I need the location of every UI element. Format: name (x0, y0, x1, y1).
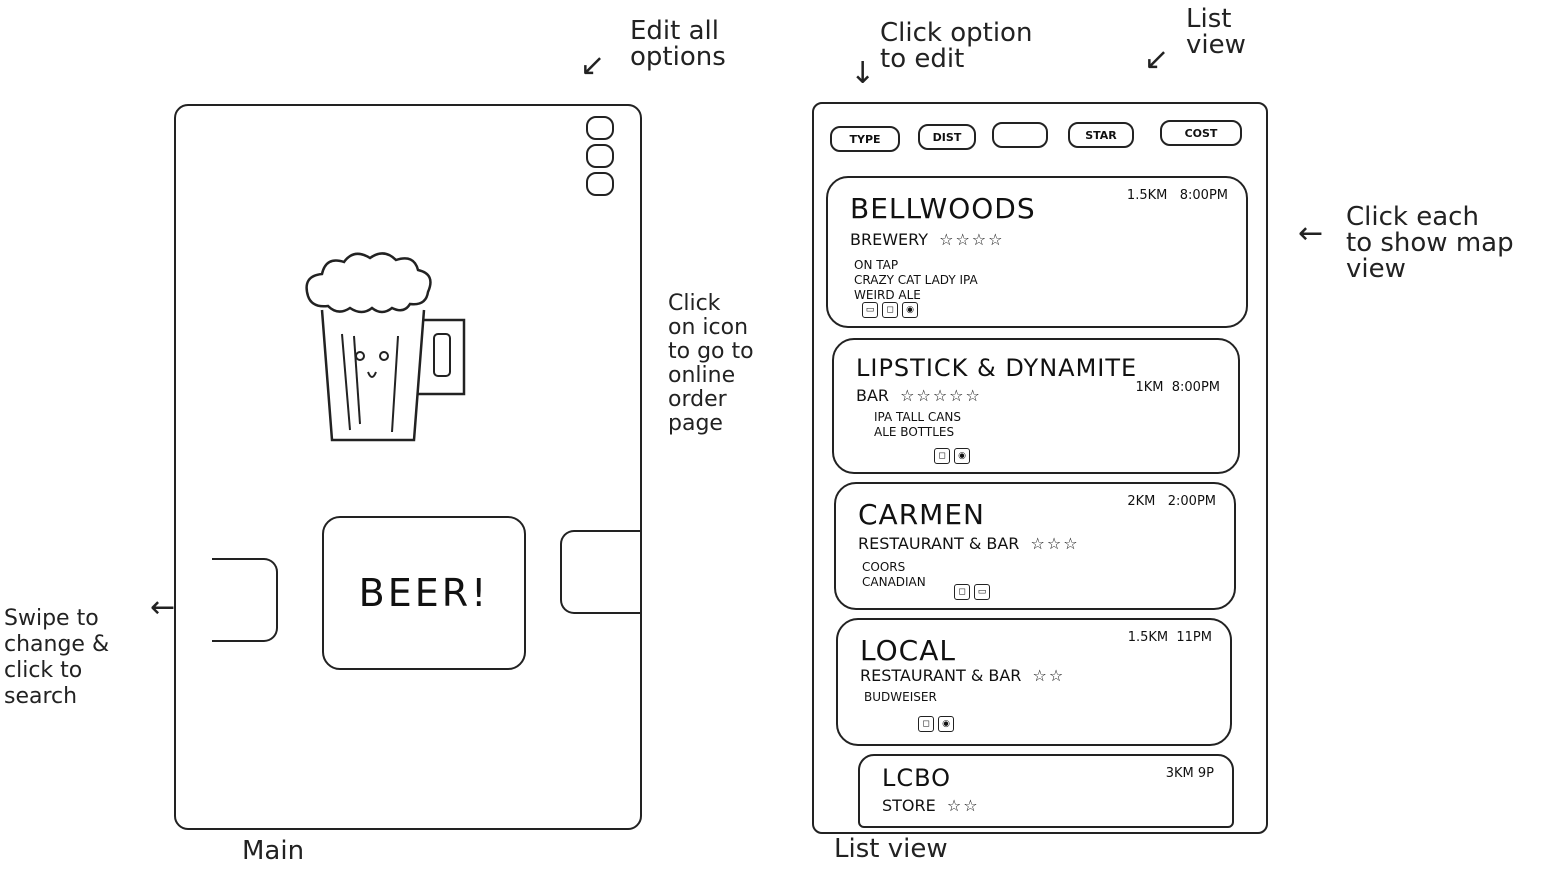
venue-distance: 2KM (1127, 494, 1156, 509)
order-icon[interactable]: ◻ (882, 302, 898, 318)
venue-name: LCBO (882, 764, 952, 792)
arrow-icon: ← (150, 590, 176, 625)
venue-distance: 1.5KM (1126, 188, 1168, 203)
note-edit-options: Edit all options (630, 16, 726, 72)
beer-button-label: BEER! (358, 571, 490, 615)
order-icon[interactable]: ◻ (918, 716, 934, 732)
main-phone-frame: BEER! (174, 104, 642, 830)
filter-cost[interactable]: COST (1160, 120, 1242, 146)
venue-beers: BUDWEISER (864, 690, 937, 704)
venue-type-row: RESTAURANT & BAR ☆☆ (860, 666, 1065, 685)
venue-name: BELLWOODS (850, 192, 1036, 225)
beer-search-button[interactable]: BEER! (322, 516, 526, 670)
venue-meta: 1.5KM 8:00PM (1127, 188, 1228, 203)
arrow-icon: ↙ (580, 48, 606, 83)
note-click-option: Click option to edit (880, 18, 1033, 74)
order-icon[interactable]: ▭ (974, 584, 990, 600)
arrow-icon: ↙ (1144, 42, 1170, 77)
note-click-each: Click each to show map view (1346, 202, 1514, 284)
venue-name: LOCAL (860, 634, 956, 667)
swipe-left-tab[interactable] (212, 558, 278, 642)
venue-distance: 1KM (1135, 380, 1164, 395)
note-list-view: List view (1186, 4, 1246, 60)
order-icon[interactable]: ◻ (934, 448, 950, 464)
venue-time: 11PM (1176, 630, 1212, 645)
order-icon[interactable]: ▭ (862, 302, 878, 318)
venue-meta: 3KM 9P (1166, 766, 1214, 781)
star-icon: ☆☆ (946, 796, 980, 815)
venue-card-lipstick-dynamite[interactable]: LIPSTICK & DYNAMITE BAR ☆☆☆☆☆ 1KM 8:00PM… (832, 338, 1240, 474)
venue-name: LIPSTICK & DYNAMITE (856, 354, 1138, 382)
venue-type-row: STORE ☆☆ (882, 796, 980, 815)
venue-meta: 1.5KM 11PM (1128, 630, 1212, 645)
note-click-icon: Click on icon to go to online order page (668, 291, 754, 436)
star-icon: ☆☆☆ (1030, 534, 1080, 553)
venue-type: BAR (856, 386, 890, 405)
venue-type-row: RESTAURANT & BAR ☆☆☆ (858, 534, 1080, 553)
filter-stars[interactable]: STAR (1068, 122, 1134, 148)
venue-time: 9P (1197, 766, 1214, 781)
venue-type-row: BREWERY ☆☆☆☆ (850, 230, 1004, 249)
note-swipe: Swipe to change & click to search (4, 606, 110, 709)
venue-distance: 1.5KM (1127, 630, 1169, 645)
venue-card-bellwoods[interactable]: BELLWOODS BREWERY ☆☆☆☆ 1.5KM 8:00PM ON T… (826, 176, 1248, 328)
venue-type: STORE (882, 796, 936, 815)
venue-type-row: BAR ☆☆☆☆☆ (856, 386, 982, 405)
star-icon: ☆☆☆☆ (939, 230, 1005, 249)
order-icon[interactable]: ◉ (902, 302, 918, 318)
venue-beers: ON TAP CRAZY CAT LADY IPA WEIRD ALE (854, 258, 978, 302)
venue-beers: COORS CANADIAN (862, 560, 926, 589)
order-icon[interactable]: ◻ (954, 584, 970, 600)
venue-name: CARMEN (858, 498, 985, 531)
main-caption: Main (242, 836, 305, 866)
star-icon: ☆☆☆☆☆ (900, 386, 982, 405)
venue-beers: IPA TALL CANS ALE BOTTLES (874, 410, 962, 439)
beer-mug-icon (305, 252, 466, 442)
venue-distance: 3KM (1165, 766, 1194, 781)
filter-other[interactable] (992, 122, 1048, 148)
star-icon: ☆☆ (1032, 666, 1066, 685)
swipe-right-tab[interactable] (560, 530, 640, 614)
arrow-icon: ← (1298, 216, 1324, 251)
venue-card-local[interactable]: LOCAL RESTAURANT & BAR ☆☆ 1.5KM 11PM BUD… (836, 618, 1232, 746)
filter-distance[interactable]: DIST (918, 124, 976, 150)
venue-type: RESTAURANT & BAR (858, 534, 1020, 553)
list-caption: List view (834, 834, 948, 864)
venue-time: 2:00PM (1167, 494, 1216, 509)
order-icon[interactable]: ◉ (954, 448, 970, 464)
options-menu-icon[interactable] (586, 116, 614, 196)
venue-type: RESTAURANT & BAR (860, 666, 1022, 685)
venue-time: 8:00PM (1171, 380, 1220, 395)
arrow-icon: ↓ (850, 56, 876, 91)
venue-card-carmen[interactable]: CARMEN RESTAURANT & BAR ☆☆☆ 2KM 2:00PM C… (834, 482, 1236, 610)
filter-type[interactable]: TYPE (830, 126, 900, 152)
venue-type: BREWERY (850, 230, 928, 249)
venue-time: 8:00PM (1179, 188, 1228, 203)
venue-meta: 2KM 2:00PM (1127, 494, 1216, 509)
list-phone-frame: TYPE DIST STAR COST BELLWOODS BREWERY ☆☆… (812, 102, 1268, 834)
venue-meta: 1KM 8:00PM (1135, 380, 1220, 395)
venue-card-lcbo[interactable]: LCBO STORE ☆☆ 3KM 9P (858, 754, 1234, 828)
order-icon[interactable]: ◉ (938, 716, 954, 732)
